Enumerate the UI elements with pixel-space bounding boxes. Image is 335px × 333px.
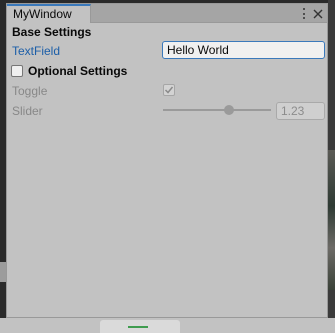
textfield-label: TextField xyxy=(12,44,61,58)
editor-window: MyWindow Base Settings TextField Hello W… xyxy=(6,3,328,318)
window-tab-bar: MyWindow xyxy=(7,4,327,23)
toggle-label: Toggle xyxy=(12,84,48,98)
slider-thumb[interactable] xyxy=(224,105,235,115)
tab-bar-controls xyxy=(302,5,323,22)
toggle-checkbox[interactable] xyxy=(163,84,175,96)
optional-settings-label: Optional Settings xyxy=(28,64,128,78)
optional-settings-checkbox[interactable] xyxy=(11,65,23,77)
slider-value-field[interactable]: 1.23 xyxy=(276,102,325,120)
background-bottom-tab xyxy=(100,320,180,333)
slider-label: Slider xyxy=(12,104,43,118)
close-icon[interactable] xyxy=(313,9,323,19)
base-settings-title: Base Settings xyxy=(12,25,92,39)
background-tab-mark xyxy=(128,326,148,332)
background-scene-image xyxy=(328,150,335,290)
checkmark-icon xyxy=(164,86,174,94)
kebab-menu-icon[interactable] xyxy=(302,8,305,19)
slider-track[interactable] xyxy=(163,109,271,111)
optional-settings-row[interactable]: Optional Settings xyxy=(11,64,127,78)
textfield-input[interactable]: Hello World xyxy=(162,41,325,59)
tab-mywindow[interactable]: MyWindow xyxy=(7,4,91,23)
